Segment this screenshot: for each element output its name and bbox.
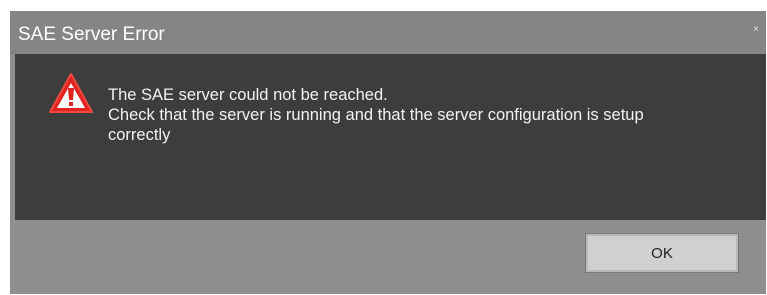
dialog-footer: OK: [10, 220, 766, 294]
warning-icon: [49, 73, 93, 113]
message-line: The SAE server could not be reached.: [108, 86, 388, 104]
dialog-content: The SAE server could not be reached. Che…: [15, 54, 766, 220]
close-icon[interactable]: ×: [753, 25, 759, 35]
dialog-titlebar[interactable]: SAE Server Error ×: [10, 11, 766, 54]
message-line: correctly: [108, 126, 171, 144]
error-dialog: SAE Server Error × The SAE server could …: [10, 11, 766, 294]
message-line: Check that the server is running and tha…: [108, 106, 644, 124]
dialog-title: SAE Server Error: [18, 24, 165, 45]
ok-button[interactable]: OK: [585, 233, 739, 273]
error-message: The SAE server could not be reached. Che…: [108, 85, 748, 145]
